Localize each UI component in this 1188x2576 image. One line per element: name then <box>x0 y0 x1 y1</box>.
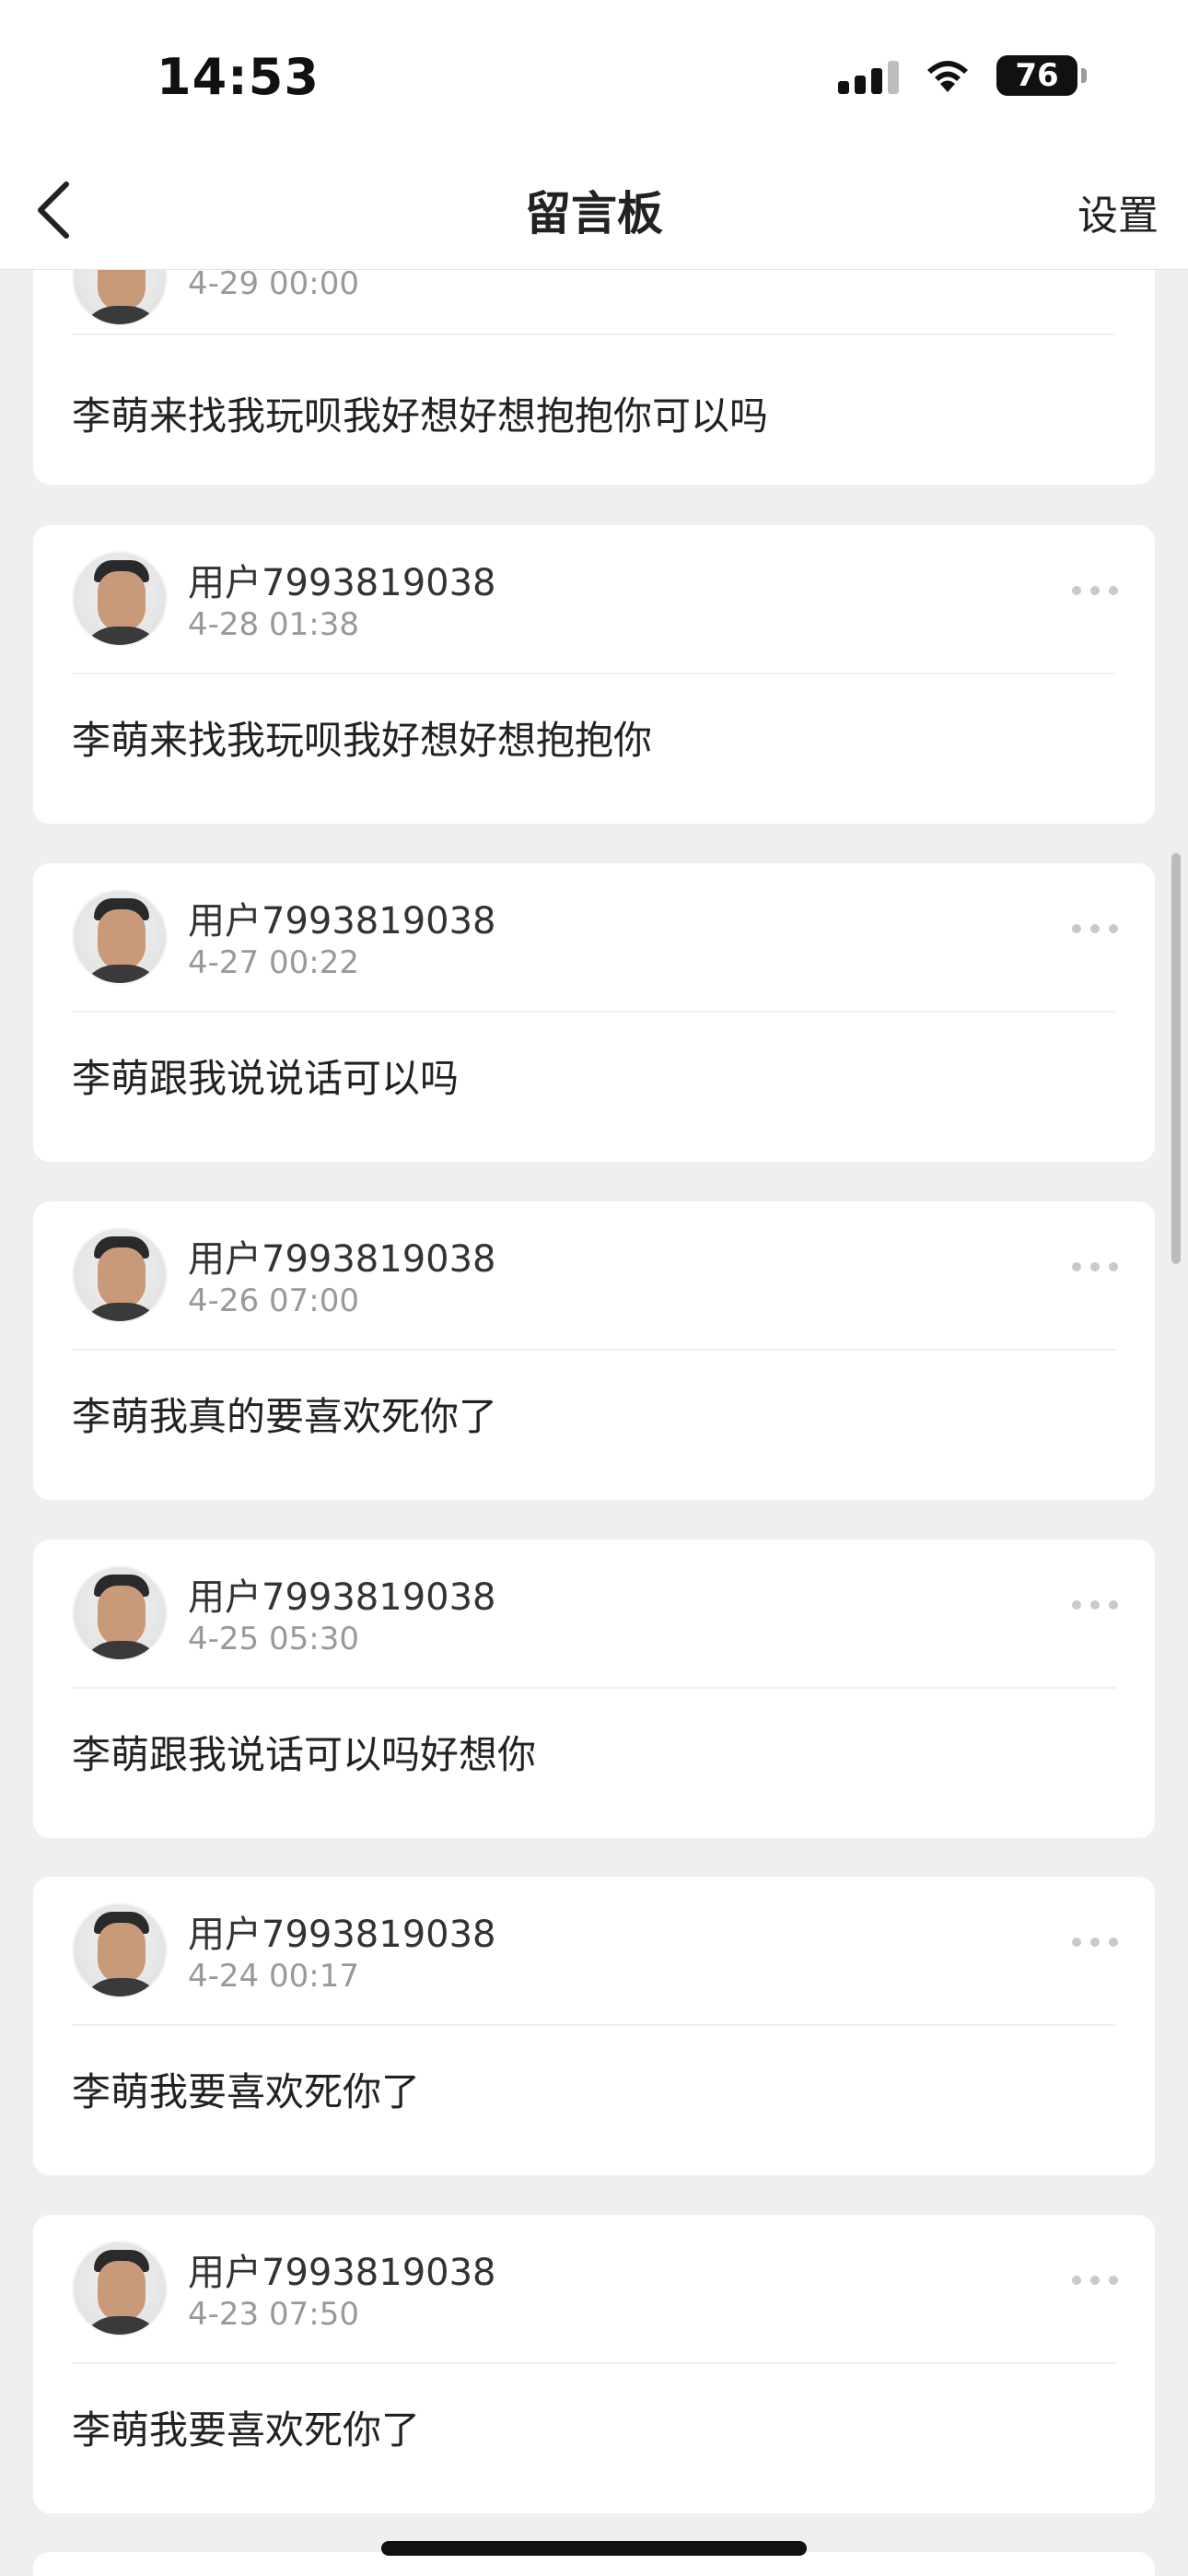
card-divider <box>72 2362 1116 2364</box>
post-time: 4-26 07:00 <box>188 1282 359 1319</box>
post-time: 4-27 00:22 <box>188 944 359 981</box>
post-time: 4-24 00:17 <box>188 1958 359 1995</box>
avatar[interactable] <box>72 1565 168 1661</box>
message-text: 李萌我要喜欢死你了 <box>72 2069 421 2114</box>
card-divider <box>72 673 1116 674</box>
message-card: 用户7993819038 4-27 00:22 李萌跟我说说话可以吗 <box>33 863 1155 1162</box>
username[interactable]: 用户7993819038 <box>188 1904 496 1958</box>
post-time: 4-25 05:30 <box>188 1621 359 1657</box>
scrollbar[interactable] <box>1171 853 1181 1264</box>
card-divider <box>72 2024 1116 2026</box>
username[interactable]: 用户7993819038 <box>188 553 496 606</box>
post-time: 4-29 00:00 <box>188 265 359 302</box>
message-text: 李萌跟我说话可以吗好想你 <box>72 1732 537 1777</box>
post-time: 4-28 01:38 <box>188 606 359 643</box>
status-indicators: 76 <box>838 55 1087 96</box>
avatar[interactable] <box>72 1227 168 1323</box>
avatar[interactable] <box>72 551 168 647</box>
battery-icon: 76 <box>996 55 1087 96</box>
page-title: 留言板 <box>525 187 663 240</box>
message-card: 用户7993819038 4-26 07:00 李萌我真的要喜欢死你了 <box>33 1201 1155 1500</box>
status-time: 14:53 <box>157 48 320 106</box>
more-options-icon[interactable] <box>1072 586 1118 595</box>
card-divider <box>72 334 1116 335</box>
more-options-icon[interactable] <box>1072 1938 1118 1947</box>
message-text: 李萌来找我玩呗我好想好想抱抱你 <box>72 718 653 763</box>
post-time: 4-23 07:50 <box>188 2296 359 2333</box>
avatar[interactable] <box>72 2241 168 2336</box>
username[interactable]: 用户7993819038 <box>188 891 496 944</box>
username[interactable]: 用户7993819038 <box>188 1229 496 1282</box>
message-card: 用户7993819038 4-25 05:30 李萌跟我说话可以吗好想你 <box>33 1540 1155 1838</box>
message-card: 用户7993819038 4-24 00:17 李萌我要喜欢死你了 <box>33 1877 1155 2175</box>
screen: 4-29 00:00 李萌来找我玩呗我好想好想抱抱你可以吗 用户79938190… <box>0 0 1188 2576</box>
message-text: 李萌跟我说说话可以吗 <box>72 1056 460 1101</box>
username[interactable]: 用户7993819038 <box>188 2242 496 2296</box>
settings-button[interactable]: 设置 <box>1077 182 1159 241</box>
more-options-icon[interactable] <box>1072 2276 1118 2285</box>
message-card: 用户7993819038 4-28 01:38 李萌来找我玩呗我好想好想抱抱你 <box>33 525 1155 824</box>
card-divider <box>72 1011 1116 1013</box>
username[interactable]: 用户7993819038 <box>188 1567 496 1621</box>
wifi-icon <box>923 57 973 94</box>
avatar[interactable] <box>72 889 168 985</box>
message-card: 用户7993819038 4-23 07:50 李萌我要喜欢死你了 <box>33 2215 1155 2513</box>
header: 14:53 76 留言板 设置 <box>0 0 1188 270</box>
card-divider <box>72 1349 1116 1351</box>
avatar[interactable] <box>72 1903 168 1998</box>
message-text: 李萌我真的要喜欢死你了 <box>72 1394 498 1439</box>
card-divider <box>72 1687 1116 1689</box>
home-indicator[interactable] <box>381 2541 807 2556</box>
message-text: 李萌我要喜欢死你了 <box>72 2407 421 2453</box>
message-text: 李萌来找我玩呗我好想好想抱抱你可以吗 <box>72 393 769 439</box>
more-options-icon[interactable] <box>1072 1600 1118 1610</box>
cellular-signal-icon <box>838 57 899 94</box>
more-options-icon[interactable] <box>1072 1262 1118 1271</box>
more-options-icon[interactable] <box>1072 924 1118 933</box>
